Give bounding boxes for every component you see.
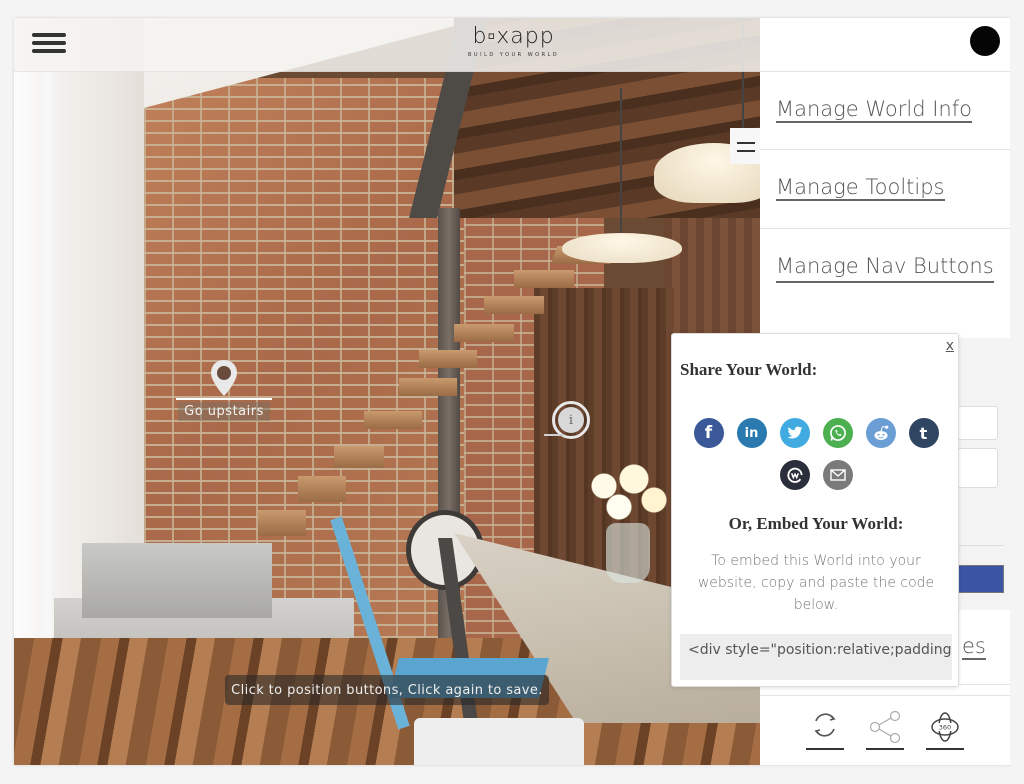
logo: b▫xapp BUILD YOUR WORLD [468, 24, 559, 58]
facebook-share-button[interactable]: f [693, 418, 724, 448]
map-pin-icon [211, 360, 237, 396]
scene-stair-step [364, 411, 422, 429]
refresh-button[interactable] [806, 710, 844, 750]
nav-hotspot-underline [176, 398, 272, 400]
embed-description: To embed this World into your website, c… [697, 553, 935, 613]
top-bar: b▫xapp BUILD YOUR WORLD [14, 18, 760, 72]
view-360-button[interactable]: 360 [926, 710, 964, 750]
email-share-button[interactable] [822, 460, 853, 490]
scene-wall-edge [44, 18, 52, 698]
panorama-viewer[interactable]: Go upstairs i Click to position buttons,… [14, 18, 760, 765]
scene-flowers [574, 458, 674, 528]
hamburger-icon[interactable] [32, 33, 66, 57]
reddit-icon [873, 425, 888, 440]
share-icon [869, 710, 901, 744]
email-icon [829, 469, 846, 481]
tumblr-share-button[interactable]: t [908, 418, 939, 448]
manage-nav-buttons-link[interactable]: Manage Nav Buttons [776, 251, 994, 283]
scene-stair-step [258, 510, 306, 536]
social-row [672, 460, 960, 490]
scene-lamp-cord [620, 88, 622, 238]
scene-chair-white [414, 718, 584, 765]
facebook-icon: f [704, 423, 713, 443]
scene-pendant-lamp [562, 233, 682, 263]
scene-stair-step [334, 446, 384, 468]
refresh-icon [814, 713, 836, 737]
panel-header [760, 18, 1010, 72]
social-row: f in t [672, 418, 960, 448]
scene-stair-step [419, 350, 477, 368]
position-hint-toast: Click to position buttons, Click again t… [225, 675, 549, 705]
share-title: Share Your World: [680, 360, 818, 379]
manage-world-info-link[interactable]: Manage World Info [776, 97, 972, 123]
user-avatar[interactable] [970, 26, 1000, 56]
logo-wordmark: b▫xapp [472, 24, 555, 49]
scene-stair-step [399, 378, 457, 396]
scene-stair-step [484, 296, 544, 314]
logo-tagline: BUILD YOUR WORLD [468, 52, 560, 58]
whatsapp-share-button[interactable] [822, 418, 853, 448]
info-hotspot-underline [544, 434, 564, 436]
info-icon: i [558, 407, 584, 433]
menu-item-manage-world-info: Manage World Info [760, 72, 1010, 150]
scrollbar-gutter[interactable] [1010, 18, 1024, 765]
nav-hotspot-label: Go upstairs [178, 402, 270, 421]
whatsapp-icon [829, 425, 846, 441]
scene-stair-step [298, 476, 346, 502]
nav-hotspot-go-upstairs[interactable]: Go upstairs [176, 358, 272, 421]
svg-text:360: 360 [939, 724, 951, 732]
panel-toggle-icon[interactable] [730, 128, 760, 164]
share-popup: x Share Your World: f in t Or, Embed You… [671, 333, 959, 687]
embed-code-field[interactable]: <div style="position:relative;padding-to… [680, 634, 952, 680]
menu-item-partial-link[interactable]: es [962, 634, 986, 660]
twitter-icon [787, 426, 802, 439]
twitter-share-button[interactable] [779, 418, 810, 448]
manage-tooltips-link[interactable]: Manage Tooltips [776, 175, 945, 201]
workplace-share-button[interactable] [779, 460, 810, 490]
reddit-share-button[interactable] [865, 418, 896, 448]
panel-bottom-toolbar: 360 [760, 695, 1010, 765]
menu-item-manage-nav-buttons: Manage Nav Buttons [760, 229, 1010, 339]
workplace-icon [786, 467, 803, 483]
close-icon[interactable]: x [946, 338, 954, 354]
tumblr-icon: t [919, 423, 928, 443]
embed-title: Or, Embed Your World: [728, 514, 904, 533]
scene-vase [606, 523, 650, 583]
menu-item-manage-tooltips: Manage Tooltips [760, 150, 1010, 229]
scene-stair-step [454, 324, 514, 342]
linkedin-icon: in [744, 425, 759, 441]
view-360-icon: 360 [931, 712, 959, 742]
share-button[interactable] [866, 710, 904, 750]
linkedin-share-button[interactable]: in [736, 418, 767, 448]
scene-stair-step [514, 270, 574, 288]
scene-concrete-step [82, 543, 272, 618]
